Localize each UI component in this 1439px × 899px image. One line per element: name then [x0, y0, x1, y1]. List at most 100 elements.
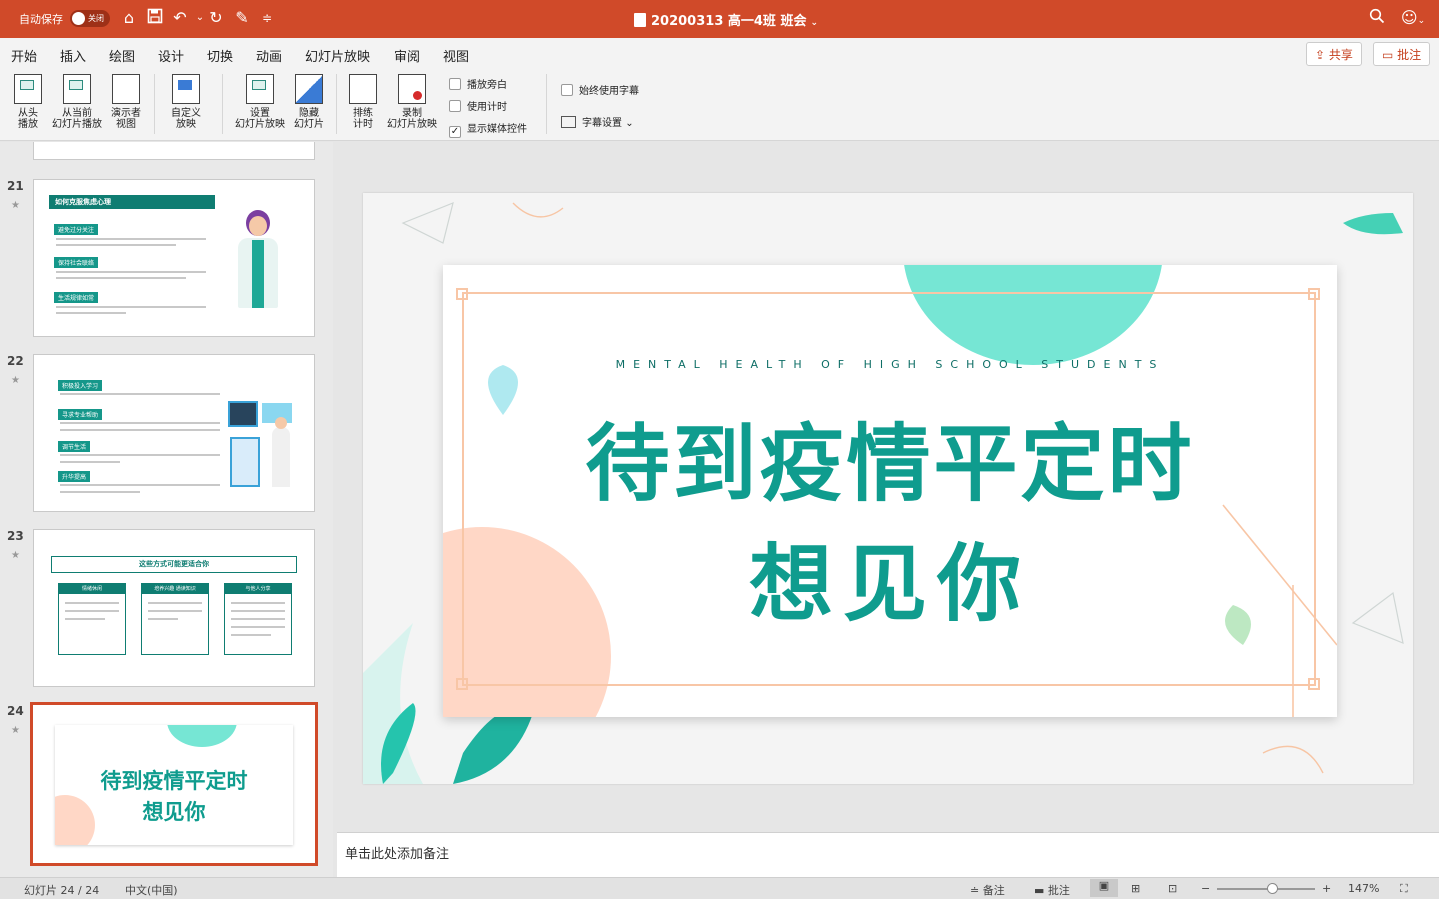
thumb-text-line [148, 602, 202, 604]
current-slide[interactable]: MENTAL HEALTH OF HIGH SCHOOL STUDENTS 待到… [363, 193, 1413, 784]
record-slideshow-button[interactable]: 录制 幻灯片放映 [384, 74, 440, 130]
record-icon [398, 74, 426, 104]
thumb-column-header: 情绪休闲 [59, 584, 125, 594]
hide-slide-label-2: 幻灯片 [294, 119, 324, 130]
tab-draw[interactable]: 绘图 [109, 46, 135, 65]
edit-icon[interactable]: ✎ [232, 8, 252, 28]
tab-transitions[interactable]: 切换 [207, 46, 233, 65]
always-subtitles-checkbox[interactable]: 始终使用字幕 [561, 82, 639, 97]
thumb-tag: 调节生活 [58, 441, 91, 452]
checkbox-box [449, 100, 461, 112]
thumb-text-line [231, 602, 285, 604]
language-indicator[interactable]: 中文(中国) [125, 882, 178, 898]
ribbon-toolbar: 从头 播放 从当前 幻灯片播放 演示者 视图 自定义 放映 设置 幻灯片放映 隐… [0, 68, 1439, 141]
thumb-column-header: 培养兴趣 通读知识 [142, 584, 208, 594]
thumb-tag: 寻求专业帮助 [58, 409, 103, 420]
thumb-column: 情绪休闲 [58, 583, 126, 655]
notes-icon: ≐ [970, 884, 980, 897]
slide-subtitle[interactable]: MENTAL HEALTH OF HIGH SCHOOL STUDENTS [443, 358, 1337, 371]
thumb-tag: 保持社会联络 [54, 257, 99, 268]
slide-thumbnail-22[interactable]: 积极投入学习 寻求专业帮助 调节生活 升华提高 [33, 354, 315, 512]
slide-thumbnail-20[interactable] [33, 142, 315, 160]
subtitle-settings-label: 字幕设置 [582, 118, 622, 129]
thumb-text-line [231, 618, 285, 620]
show-media-controls-checkbox[interactable]: ✓ 显示媒体控件 [449, 120, 527, 138]
show-media-controls-label: 显示媒体控件 [467, 124, 527, 135]
presenter-view-button[interactable]: 演示者 视图 [108, 74, 144, 130]
play-from-start-label-2: 播放 [18, 119, 38, 130]
notes-toggle[interactable]: ≐ 备注 [970, 882, 1005, 898]
subtitle-settings-button[interactable]: 字幕设置 ⌄ [561, 114, 634, 129]
undo-icon[interactable]: ↶ [170, 8, 190, 28]
normal-view-icon[interactable]: ▣ [1090, 879, 1118, 897]
presentation-view-icon[interactable]: ⊡ [1168, 882, 1177, 895]
subtitle-settings-icon [561, 116, 576, 128]
play-from-current-button[interactable]: 从当前 幻灯片播放 [50, 74, 104, 130]
zoom-out-icon[interactable]: − [1201, 882, 1210, 895]
title-chevron-icon[interactable]: ⌄ [810, 18, 818, 28]
hide-slide-label-1: 隐藏 [299, 108, 319, 119]
custom-show-icon [172, 74, 200, 104]
search-icon[interactable] [1367, 8, 1387, 28]
play-from-start-button[interactable]: 从头 播放 [12, 74, 44, 130]
checkbox-box [561, 84, 573, 96]
comment-icon: ▭ [1382, 48, 1394, 62]
title-card[interactable]: MENTAL HEALTH OF HIGH SCHOOL STUDENTS 待到… [443, 265, 1337, 717]
notes-pane[interactable]: 单击此处添加备注 [337, 832, 1439, 877]
tab-view[interactable]: 视图 [443, 46, 469, 65]
use-timings-checkbox[interactable]: 使用计时 [449, 98, 507, 113]
rehearse-timings-button[interactable]: 排练 计时 [346, 74, 380, 130]
thumb-text-line [60, 491, 140, 493]
notes-placeholder[interactable]: 单击此处添加备注 [345, 843, 449, 862]
record-label-1: 录制 [402, 108, 422, 119]
slide-number: 21 [7, 179, 24, 193]
tab-home[interactable]: 开始 [11, 46, 37, 65]
comments-button[interactable]: ▭ 批注 [1373, 42, 1431, 66]
zoom-slider[interactable] [1217, 883, 1315, 894]
share-icon: ⇪ [1315, 48, 1326, 62]
star-icon: ★ [11, 200, 20, 211]
document-title: 20200313 高一4班 班会 ⌄ [634, 10, 818, 29]
fit-to-window-icon[interactable]: ⛶ [1400, 882, 1408, 896]
redo-icon[interactable]: ↻ [206, 8, 226, 28]
thumb-text-line [231, 610, 285, 612]
tab-review[interactable]: 审阅 [394, 46, 420, 65]
slide-sorter-icon[interactable]: ⊞ [1131, 882, 1140, 895]
slide-thumbnails-panel[interactable]: 21 ★ 如何克服焦虑心理 避免过分关注 保持社会联络 生活规律如常 22 ★ … [0, 142, 333, 877]
zoom-in-icon[interactable]: + [1322, 882, 1331, 895]
comments-toggle[interactable]: ▬ 批注 [1034, 882, 1070, 898]
thumb-text-line [231, 634, 271, 636]
notes-toggle-label: 备注 [982, 884, 1005, 897]
share-button[interactable]: ⇪ 共享 [1306, 42, 1362, 66]
zoom-level[interactable]: 147% [1348, 882, 1379, 895]
tab-insert[interactable]: 插入 [60, 46, 86, 65]
slide-title-line1[interactable]: 待到疫情平定时 [443, 397, 1337, 518]
thumb-text-line [65, 602, 119, 604]
zoom-slider-thumb[interactable] [1267, 883, 1278, 894]
slide-title-line2[interactable]: 想见你 [443, 517, 1337, 638]
home-icon[interactable]: ⌂ [119, 8, 139, 28]
tab-design[interactable]: 设计 [158, 46, 184, 65]
thumb-column-header: 与他人分享 [225, 584, 291, 594]
slide-thumbnail-21[interactable]: 如何克服焦虑心理 避免过分关注 保持社会联络 生活规律如常 [33, 179, 315, 337]
title-bar: 自动保存 关闭 ⌂ ↶ ⌄ ↻ ✎ ≑ 20200313 高一4班 班会 ⌄ ☺⌄ [0, 0, 1439, 38]
setup-slideshow-label-2: 幻灯片放映 [235, 119, 285, 130]
slide-thumbnail-23[interactable]: 这些方式可能更适合你 情绪休闲 培养兴趣 通读知识 与他人分享 [33, 529, 315, 687]
thumb-column: 与他人分享 [224, 583, 292, 655]
hide-slide-button[interactable]: 隐藏 幻灯片 [292, 74, 326, 130]
slide-number: 24 [7, 704, 24, 718]
autosave-toggle[interactable]: 关闭 [70, 10, 110, 27]
slide-thumbnail-24[interactable]: 待到疫情平定时 想见你 [30, 702, 318, 866]
feedback-smiley-icon[interactable]: ☺⌄ [1398, 8, 1428, 28]
powerpoint-file-icon [634, 13, 646, 27]
play-from-current-label-1: 从当前 [62, 108, 92, 119]
thumb-text-line [60, 484, 220, 486]
save-icon[interactable] [145, 8, 165, 28]
setup-slideshow-button[interactable]: 设置 幻灯片放映 [232, 74, 288, 130]
tab-animations[interactable]: 动画 [256, 46, 282, 65]
toggle-knob [72, 12, 85, 25]
rehearse-label-2: 计时 [353, 119, 373, 130]
play-narrations-checkbox[interactable]: 播放旁白 [449, 76, 507, 91]
customize-toolbar-icon[interactable]: ≑ [257, 8, 277, 28]
custom-show-button[interactable]: 自定义 放映 [164, 74, 208, 130]
